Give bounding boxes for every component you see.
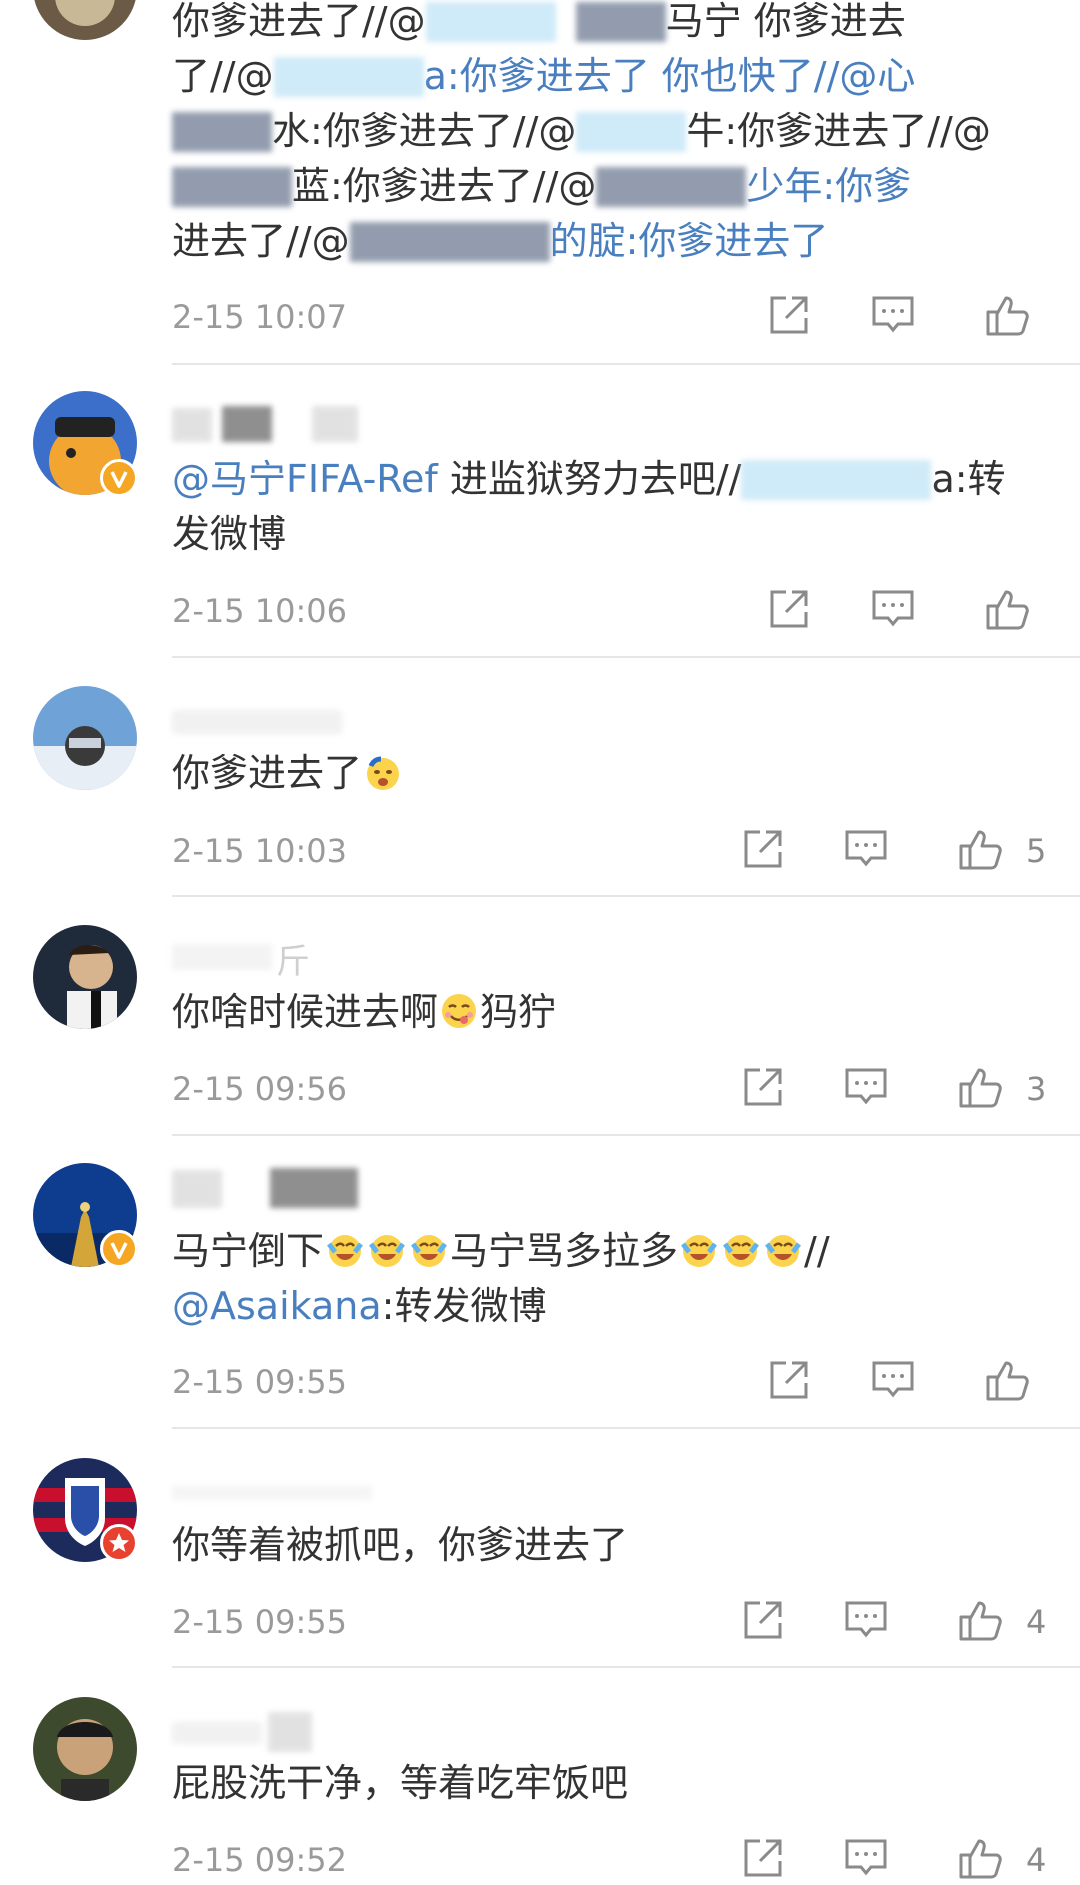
username-redacted[interactable] xyxy=(172,704,392,740)
comment-time: 2-15 10:07 xyxy=(172,298,348,336)
comment-meta-row: 2-15 09:56 3 xyxy=(0,1064,1080,1114)
comment-icon[interactable] xyxy=(843,1064,889,1110)
mention-link[interactable]: @Asaikana xyxy=(172,1284,382,1328)
comment-icon[interactable] xyxy=(843,826,889,872)
comment-time: 2-15 10:06 xyxy=(172,592,348,630)
tears-of-joy-emoji xyxy=(325,1230,365,1270)
comment-meta-row: 2-15 09:52 4 xyxy=(0,1835,1080,1885)
comment-time: 2-15 09:56 xyxy=(172,1070,348,1108)
avatar[interactable] xyxy=(33,0,137,40)
thumbs-up-icon[interactable] xyxy=(957,826,1003,872)
comment-text: 马宁倒下 马宁骂多拉多// @Asaikana:转发微博 xyxy=(172,1229,830,1328)
username-redacted[interactable] xyxy=(172,406,392,442)
tears-of-joy-emoji xyxy=(679,1230,719,1270)
comment-text: 你啥时候进去啊 犸狞 xyxy=(172,990,557,1034)
redacted-username xyxy=(575,2,666,42)
thumbs-up-icon[interactable] xyxy=(957,1597,1003,1643)
thumbs-up-icon[interactable] xyxy=(984,1357,1030,1403)
comment-meta-row: 2-15 09:55 xyxy=(0,1357,1080,1407)
share-icon[interactable] xyxy=(740,1064,786,1110)
redacted-username xyxy=(425,2,556,42)
comment-meta-row: 2-15 10:03 5 xyxy=(0,826,1080,876)
redacted-username xyxy=(172,167,292,207)
crying-face-emoji xyxy=(363,752,403,792)
comment-time: 2-15 09:55 xyxy=(172,1603,348,1641)
username-fragment: 斤 xyxy=(276,942,310,982)
username-redacted[interactable] xyxy=(172,1712,392,1752)
like-count: 4 xyxy=(1026,1841,1047,1879)
comment-icon[interactable] xyxy=(870,1357,916,1403)
share-icon[interactable] xyxy=(766,292,812,338)
divider xyxy=(172,1134,1080,1136)
mention-link[interactable]: @马宁FIFA-Ref xyxy=(172,457,438,501)
avatar[interactable] xyxy=(33,1697,137,1801)
redacted-username xyxy=(741,460,932,500)
comment-text: 你爹进去了//@ 马宁 你爹进去 了//@ a:你爹进去了 你也快了//@心 水:你… xyxy=(172,0,991,263)
username-redacted[interactable] xyxy=(172,1474,392,1510)
comment-text: 你等着被抓吧，你爹进去了 xyxy=(172,1523,629,1567)
like-count: 4 xyxy=(1026,1603,1047,1641)
comment-meta-row: 2-15 10:06 xyxy=(0,586,1080,636)
comment-text: 屁股洗干净，等着吃牢饭吧 xyxy=(172,1761,629,1805)
username-redacted[interactable]: 斤 xyxy=(172,938,392,982)
thumbs-up-icon[interactable] xyxy=(984,292,1030,338)
like-count: 5 xyxy=(1026,832,1047,870)
avatar[interactable] xyxy=(33,686,137,790)
divider xyxy=(172,363,1080,365)
thumbs-up-icon[interactable] xyxy=(984,586,1030,632)
redacted-username xyxy=(273,57,424,97)
comment-icon[interactable] xyxy=(870,586,916,632)
like-count: 3 xyxy=(1026,1070,1047,1108)
comment-text: 你爹进去了 xyxy=(172,746,1052,801)
redacted-username xyxy=(172,112,272,152)
vip-badge-icon xyxy=(100,1524,138,1562)
comment-icon[interactable] xyxy=(870,292,916,338)
tears-of-joy-emoji xyxy=(763,1230,803,1270)
comment-text: @马宁FIFA-Ref 进监狱努力去吧//a:转 发微博 xyxy=(172,457,1006,556)
tears-of-joy-emoji xyxy=(409,1230,449,1270)
share-icon[interactable] xyxy=(766,586,812,632)
comment-meta-row: 2-15 10:07 xyxy=(0,292,1080,342)
divider xyxy=(172,1427,1080,1429)
comment-icon[interactable] xyxy=(843,1597,889,1643)
tears-of-joy-emoji xyxy=(367,1230,407,1270)
verified-badge-icon xyxy=(100,1230,138,1268)
comment-time: 2-15 10:03 xyxy=(172,832,348,870)
avatar[interactable] xyxy=(33,925,137,1029)
comment-time: 2-15 09:55 xyxy=(172,1363,348,1401)
divider xyxy=(172,895,1080,897)
share-icon[interactable] xyxy=(740,1597,786,1643)
thumbs-up-icon[interactable] xyxy=(957,1064,1003,1110)
tears-of-joy-emoji xyxy=(721,1230,761,1270)
thumbs-up-icon[interactable] xyxy=(957,1835,1003,1881)
yum-face-emoji xyxy=(439,991,479,1031)
divider xyxy=(172,1666,1080,1668)
divider xyxy=(172,656,1080,658)
comment-icon[interactable] xyxy=(843,1835,889,1881)
share-icon[interactable] xyxy=(740,826,786,872)
redacted-username xyxy=(349,222,550,262)
share-icon[interactable] xyxy=(740,1835,786,1881)
comment-meta-row: 2-15 09:55 4 xyxy=(0,1597,1080,1647)
username-redacted[interactable] xyxy=(172,1168,392,1208)
verified-badge-icon xyxy=(100,459,138,497)
comment-time: 2-15 09:52 xyxy=(172,1841,348,1879)
redacted-username xyxy=(576,112,687,152)
share-icon[interactable] xyxy=(766,1357,812,1403)
redacted-username xyxy=(596,167,747,207)
